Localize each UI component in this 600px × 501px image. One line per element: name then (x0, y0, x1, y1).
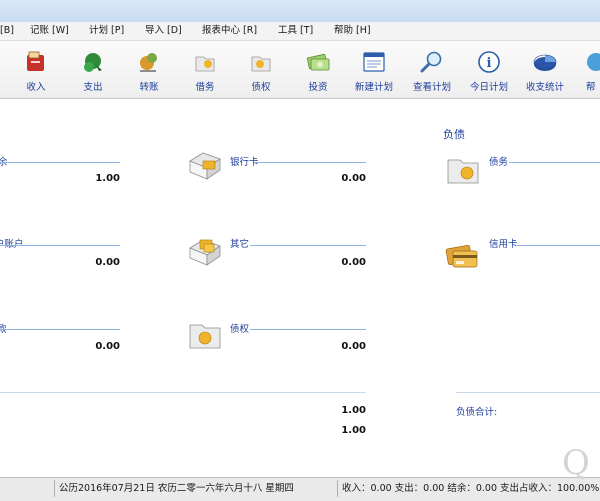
menu-item-import[interactable]: 导入 [D] (145, 25, 182, 37)
net-total-amount: 1.00 (341, 425, 366, 436)
investment-button[interactable]: 投资 (290, 44, 346, 94)
menu-item-plan[interactable]: 计划 [P] (89, 25, 124, 37)
status-bar: 公历2016年07月21日 农历二零一六年六月十八 星期四 收入：0.00 支出… (0, 477, 600, 501)
status-summary: 收入：0.00 支出：0.00 结余：0.00 支出占收入：100.00% (342, 483, 600, 494)
statistics-label: 收支统计 (525, 82, 564, 93)
investment-icon (306, 54, 330, 71)
statistics-icon (533, 54, 557, 71)
divider-line (517, 245, 600, 246)
today-plan-icon: i (478, 51, 500, 73)
help-button[interactable]: 帮 (581, 44, 600, 94)
asset-amount-balance: 1.00 (95, 173, 120, 184)
new-plan-icon (363, 52, 385, 72)
debt-label: 借务 (195, 82, 215, 93)
claim-icon (251, 56, 271, 72)
today-plan-label: 今日计划 (469, 82, 508, 93)
svg-text:i: i (487, 56, 492, 71)
debt-icon (195, 56, 215, 72)
asset-amount-account: 0.00 (95, 257, 120, 268)
other-icon (189, 239, 221, 266)
menu-item-help[interactable]: 帮助 [H] (334, 25, 371, 37)
menu-item-bookkeeping[interactable]: 记账 [W] (30, 25, 69, 37)
asset-label-account: 户账户 (0, 236, 24, 250)
expense-icon (84, 53, 102, 72)
toolbar: 收入 支出 转账 借务 债权 投资 新建计划 查看计划 i 今日计划 收支统计 … (0, 41, 600, 99)
liability-label-credit-card: 信用卡 (489, 239, 518, 250)
claim-button[interactable]: 债权 (233, 44, 289, 94)
asset-label-bank-card: 银行卡 (230, 157, 259, 168)
menu-item-report-center[interactable]: 报表中心 [R] (202, 25, 257, 37)
menu-item-tools[interactable]: 工具 [T] (278, 25, 313, 37)
debt-folder-icon (447, 159, 479, 184)
account-overview: 负债 余 1.00 户账户 0.00 款 0.00 银行卡 0.00 其它 0.… (0, 99, 600, 475)
transfer-label: 转账 (139, 82, 159, 93)
menu-bar: [B] 记账 [W] 计划 [P] 导入 [D] 报表中心 [R] 工具 [T]… (0, 22, 600, 41)
claim-label: 债权 (251, 82, 271, 93)
liability-label-debt: 债务 (489, 157, 509, 168)
asset-total-amount: 1.00 (341, 405, 366, 416)
new-plan-button[interactable]: 新建计划 (346, 44, 402, 94)
claim-folder-icon (189, 324, 221, 349)
asset-amount-other: 0.00 (341, 257, 366, 268)
income-icon (27, 51, 44, 71)
transfer-button[interactable]: 转账 (121, 44, 177, 94)
income-button[interactable]: 收入 (8, 44, 64, 94)
status-date: 公历2016年07月21日 农历二零一六年六月十八 星期四 (59, 483, 294, 494)
new-plan-label: 新建计划 (354, 82, 393, 93)
liability-total-label: 负债合计: (456, 407, 498, 418)
view-plan-icon (420, 51, 442, 73)
divider-line (256, 162, 366, 163)
divider-line (250, 245, 366, 246)
divider-line (0, 245, 120, 246)
asset-amount-deposit: 0.00 (95, 341, 120, 352)
expense-button[interactable]: 支出 (65, 44, 121, 94)
totals-divider (0, 392, 366, 393)
help-icon (587, 53, 600, 71)
credit-card-icon (445, 245, 478, 268)
asset-amount-bank-card: 0.00 (341, 173, 366, 184)
totals-divider (456, 392, 600, 393)
help-label: 帮 (586, 82, 596, 93)
today-plan-button[interactable]: i 今日计划 (461, 44, 517, 94)
divider-line (0, 329, 120, 330)
view-plan-button[interactable]: 查看计划 (404, 44, 460, 94)
liabilities-title: 负债 (443, 128, 465, 141)
asset-label-claim: 债权 (230, 324, 250, 335)
investment-label: 投资 (308, 82, 328, 93)
view-plan-label: 查看计划 (412, 82, 451, 93)
debt-button[interactable]: 借务 (177, 44, 233, 94)
asset-label-balance: 余 (0, 154, 8, 168)
expense-label: 支出 (83, 82, 103, 93)
statistics-button[interactable]: 收支统计 (517, 44, 573, 94)
menu-item-cut[interactable]: [B] (0, 25, 14, 37)
asset-amount-claim: 0.00 (341, 341, 366, 352)
asset-label-deposit: 款 (0, 321, 7, 335)
divider-line (509, 162, 600, 163)
watermark-logo: Q (562, 443, 590, 483)
divider-line (0, 162, 120, 163)
asset-label-other: 其它 (230, 239, 250, 250)
divider-line (250, 329, 366, 330)
transfer-icon (140, 53, 157, 72)
bank-card-icon (189, 152, 221, 180)
income-label: 收入 (26, 82, 46, 93)
window-title-strip (0, 0, 600, 22)
